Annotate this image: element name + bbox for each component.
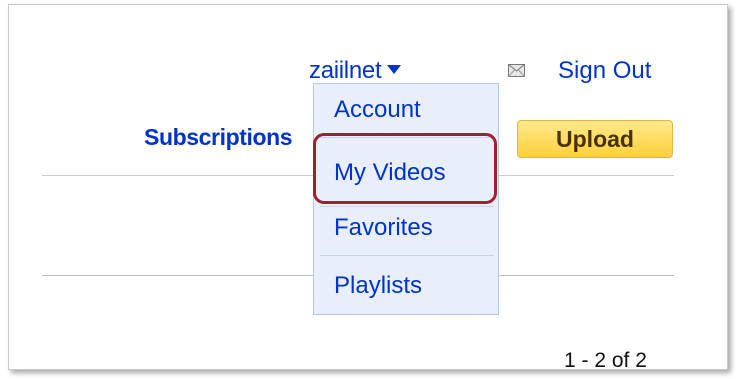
upload-button[interactable]: Upload xyxy=(517,120,673,158)
menu-separator xyxy=(320,206,494,207)
subscriptions-link[interactable]: Subscriptions xyxy=(144,123,293,151)
sign-out-link[interactable]: Sign Out xyxy=(558,57,651,85)
screenshot-frame: zaiilnet Sign Out Subscriptions Upload A… xyxy=(8,4,728,372)
menu-separator xyxy=(320,137,494,138)
user-dropdown-menu: Account My Videos Favorites Playlists xyxy=(313,83,499,315)
menu-item-favorites[interactable]: Favorites xyxy=(314,214,498,242)
menu-item-my-videos[interactable]: My Videos xyxy=(314,159,498,187)
caret-down-icon xyxy=(387,65,402,75)
envelope-icon[interactable] xyxy=(508,64,525,77)
menu-item-playlists[interactable]: Playlists xyxy=(314,272,498,300)
menu-item-account[interactable]: Account xyxy=(314,96,498,124)
username-label: zaiilnet xyxy=(309,57,382,84)
menu-separator xyxy=(320,255,494,256)
pagination-count: 1 - 2 of 2 xyxy=(564,349,647,372)
user-menu-toggle[interactable]: zaiilnet xyxy=(309,57,402,85)
